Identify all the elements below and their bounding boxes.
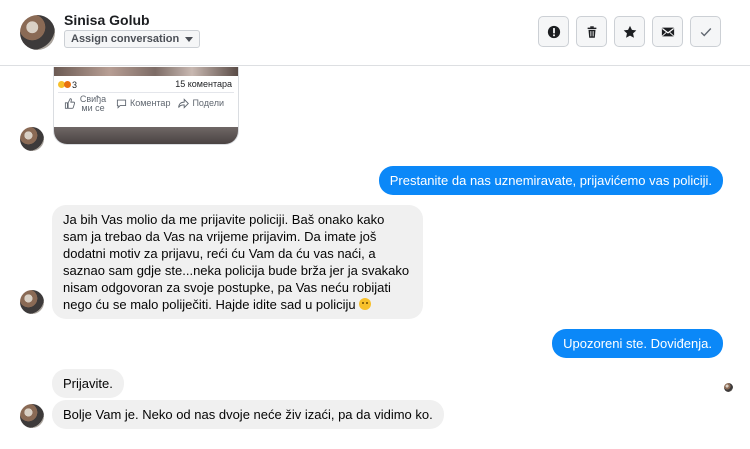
comment-count[interactable]: 15 коментара [175,79,232,90]
sender-avatar[interactable] [20,404,44,428]
star-icon [623,25,636,38]
message-incoming[interactable]: Prijavite. [52,369,124,398]
conversation-header: Sinisa Golub Assign conversation [0,0,750,66]
mark-spam-button[interactable] [538,16,569,47]
assign-conversation-dropdown[interactable]: Assign conversation [64,30,201,48]
angry-reaction-icon [64,81,71,88]
sender-avatar[interactable] [20,127,44,151]
contact-name[interactable]: Sinisa Golub [64,12,150,28]
seen-indicator-avatar [724,383,733,392]
header-actions [538,16,721,47]
message-incoming[interactable]: Bolje Vam je. Neko od nas dvoje neće živ… [52,400,444,429]
comment-icon [116,99,127,109]
message-text: Prestanite da nas uznemiravate, prijavić… [389,173,712,188]
like-button[interactable]: Свиђа ми се [64,93,108,113]
shared-post-actions: Свиђа ми се Коментар Подели [58,92,234,114]
share-icon [178,98,190,109]
star-button[interactable] [614,16,645,47]
assign-conversation-label: Assign conversation [71,33,180,45]
message-outgoing[interactable]: Prestanite da nas uznemiravate, prijavić… [378,166,723,195]
mark-unread-button[interactable] [652,16,683,47]
envelope-icon [661,27,674,36]
comment-label: Коментар [130,98,171,108]
caret-down-icon [185,36,194,42]
share-label: Подели [192,98,224,108]
reactions-summary[interactable]: 3 [58,79,77,90]
message-text: Ja bih Vas molio da me prijavite policij… [63,212,410,312]
message-text: Upozoreni ste. Doviđenja. [563,336,712,351]
shared-post-card[interactable]: 3 15 коментара Свиђа ми се Коментар Поде… [53,67,239,145]
message-thread: 3 15 коментара Свиђа ми се Коментар Поде… [0,67,750,449]
message-outgoing[interactable]: Upozoreni ste. Doviđenja. [552,329,723,358]
shared-post-image [54,67,238,76]
message-incoming[interactable]: Ja bih Vas molio da me prijavite policij… [52,205,423,319]
message-text: Bolje Vam je. Neko od nas dvoje neće živ… [63,407,433,422]
reaction-count: 3 [72,79,78,90]
delete-button[interactable] [576,16,607,47]
shared-post-image-preview [54,127,238,144]
comment-button[interactable]: Коментар [116,98,170,109]
sender-avatar[interactable] [20,290,44,314]
thumbs-up-icon [64,98,75,109]
checkmark-icon [700,27,711,37]
trash-icon [587,25,596,38]
share-button[interactable]: Подели [178,98,224,109]
wink-emoji-icon [359,298,372,310]
contact-avatar[interactable] [20,15,55,50]
message-text: Prijavite. [63,376,113,391]
exclamation-icon [547,25,560,38]
like-label: Свиђа ми се [79,93,107,113]
mark-done-button[interactable] [690,16,721,47]
shared-post-stats: 3 15 коментара [54,76,238,90]
